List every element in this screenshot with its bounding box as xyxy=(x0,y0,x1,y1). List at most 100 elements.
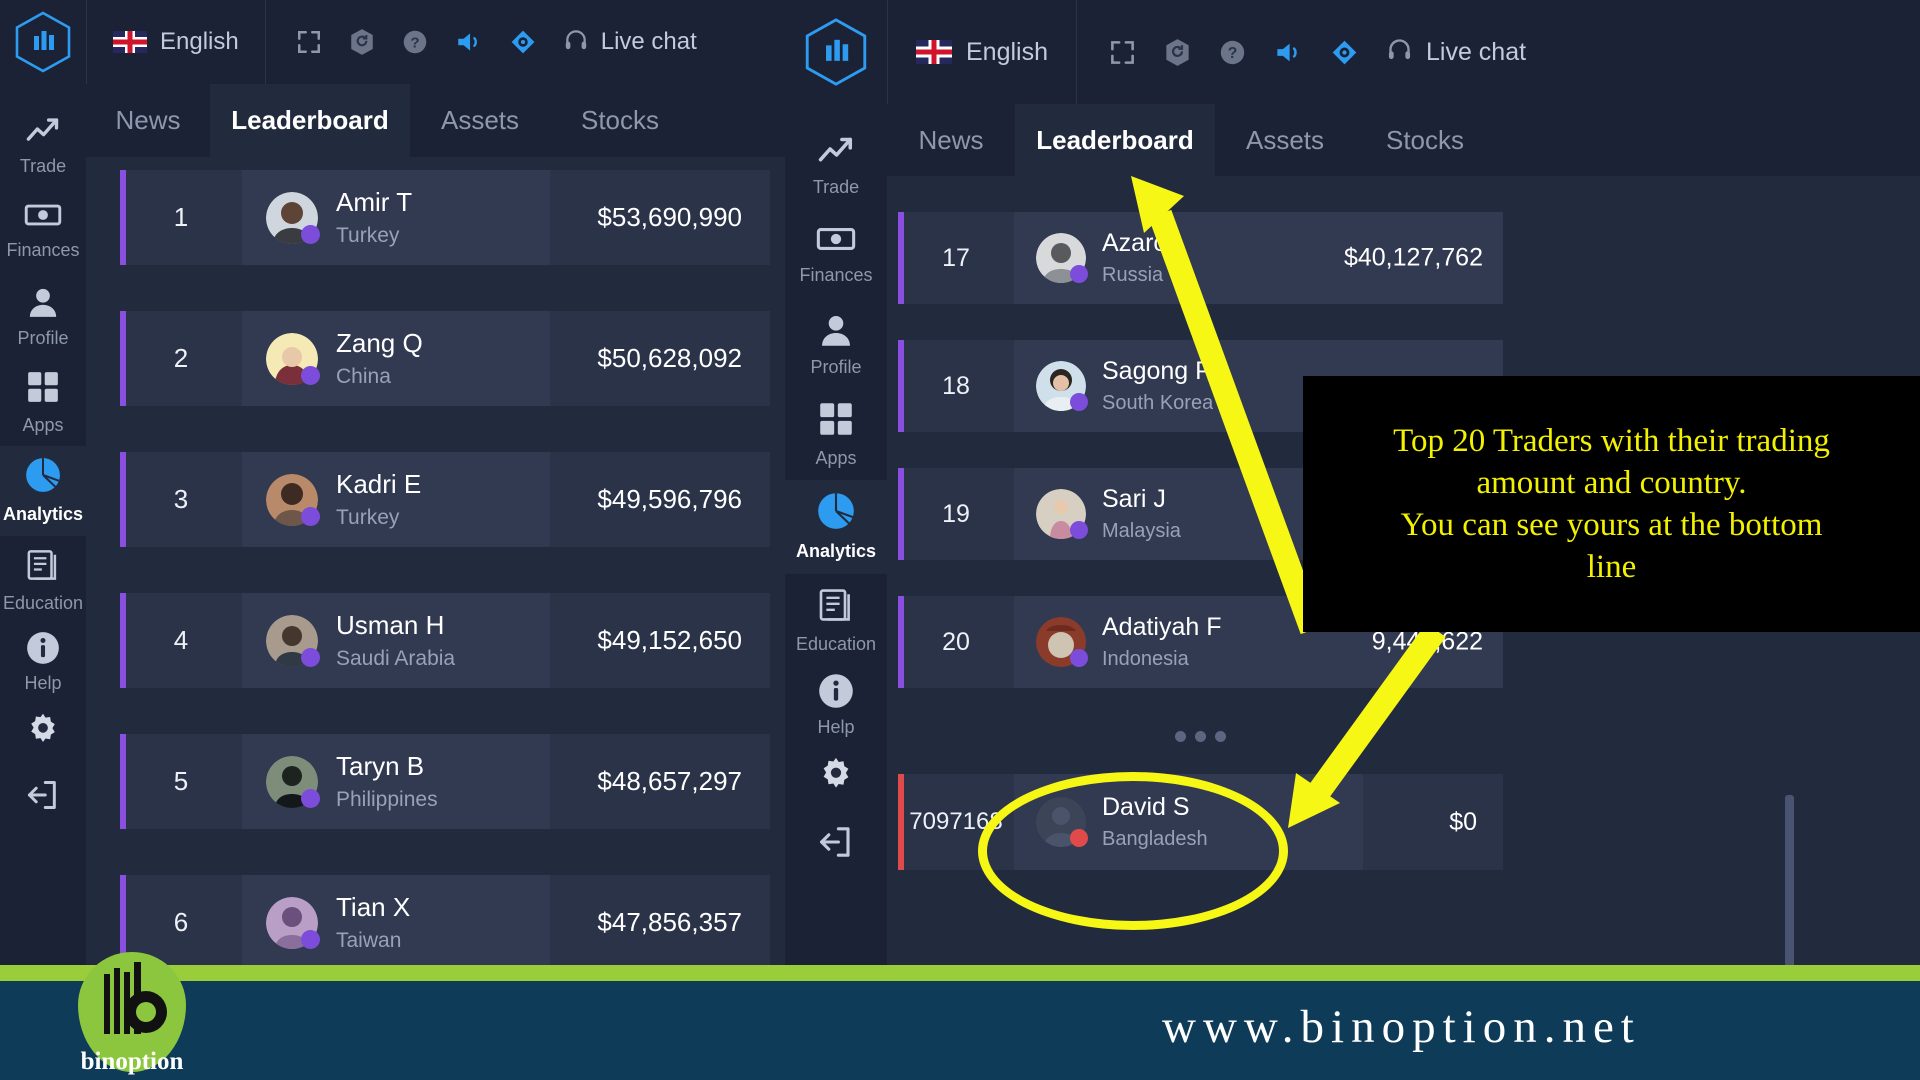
pagination-dot[interactable] xyxy=(1215,730,1226,742)
trader-country: Turkey xyxy=(336,506,400,529)
pagination-dots[interactable] xyxy=(898,708,1503,764)
language-selector[interactable]: English xyxy=(87,28,265,56)
tab-label: Stocks xyxy=(1385,124,1465,155)
fullscreen-icon[interactable] xyxy=(1109,39,1136,66)
trader-info: Taryn B Philippines xyxy=(336,751,438,812)
pie-chart-icon xyxy=(817,492,855,535)
tab-label: News xyxy=(918,124,984,155)
trader-name: Azarov xyxy=(1102,229,1180,257)
scrollbar-thumb[interactable] xyxy=(1785,795,1794,970)
row-accent-bar xyxy=(898,774,904,870)
sidebar-item-apps[interactable]: Apps xyxy=(785,390,887,480)
sidebar-item-help[interactable]: Help xyxy=(0,626,86,698)
logo-wordmark: binoption xyxy=(80,1048,184,1075)
settings-gear-icon[interactable] xyxy=(24,698,62,762)
brand-logo[interactable] xyxy=(0,0,86,84)
language-selector[interactable]: English xyxy=(888,38,1076,67)
amount-cell: $47,856,357 xyxy=(597,907,742,937)
table-row[interactable]: 17 Azarov Russia $40,127,762 xyxy=(898,212,1503,304)
tab-news[interactable]: News xyxy=(86,84,210,157)
tab-assets[interactable]: Assets xyxy=(1215,104,1355,176)
sidebar-item-trade[interactable]: Trade xyxy=(785,120,887,210)
amount-cell: $48,657,297 xyxy=(597,766,742,796)
sidebar-item-profile[interactable]: Profile xyxy=(0,274,86,360)
amount-cell: $0 xyxy=(1449,807,1477,836)
sidebar-item-apps[interactable]: Apps xyxy=(0,360,86,446)
sidebar-item-education[interactable]: Education xyxy=(785,574,887,668)
table-row[interactable]: 3 Kadri E Turkey $49,596,796 xyxy=(120,452,770,547)
sidebar-item-analytics[interactable]: Analytics xyxy=(785,480,887,574)
table-row[interactable]: 4 Usman H Saudi Arabia $49,152,650 xyxy=(120,593,770,688)
table-row[interactable]: 2 Zang Q China $50,628,092 xyxy=(120,311,770,406)
sidebar-item-analytics[interactable]: Analytics xyxy=(0,446,86,536)
row-accent-bar xyxy=(120,452,126,547)
amount-cell: $49,596,796 xyxy=(597,484,742,514)
refresh-icon[interactable] xyxy=(349,28,375,56)
target-icon[interactable] xyxy=(1331,39,1358,66)
svg-text:?: ? xyxy=(1228,45,1238,62)
sound-icon[interactable] xyxy=(455,29,483,55)
sidebar-item-label: Education xyxy=(795,634,877,654)
sidebar-item-label: Finances xyxy=(799,264,873,285)
grid-icon xyxy=(27,371,59,408)
sidebar-item-finances[interactable]: Finances xyxy=(785,210,887,300)
sidebar-item-help[interactable]: Help xyxy=(785,668,887,742)
trader-name: Sagong P xyxy=(1102,357,1212,385)
brand-logo[interactable] xyxy=(785,0,887,104)
highlight-ellipse xyxy=(978,772,1288,930)
live-chat-button[interactable]: Live chat xyxy=(1358,36,1526,68)
right-tab-bar: News Leaderboard Assets Stocks xyxy=(887,104,1920,176)
tab-news[interactable]: News xyxy=(887,104,1015,176)
tab-label: Assets xyxy=(1245,124,1325,155)
tab-label: Assets xyxy=(440,105,520,135)
tab-leaderboard[interactable]: Leaderboard xyxy=(1015,104,1215,176)
sidebar-item-profile[interactable]: Profile xyxy=(785,300,887,390)
headset-icon xyxy=(563,27,589,58)
book-icon xyxy=(819,587,853,628)
trader-info: Kadri E Turkey xyxy=(336,469,421,530)
table-row[interactable]: 6 Tian X Taiwan $47,856,357 xyxy=(120,875,770,970)
trader-info: Azarov Russia xyxy=(1102,229,1180,287)
sidebar-item-label: Profile xyxy=(810,356,862,377)
logout-icon[interactable] xyxy=(818,808,854,876)
trader-country: South Korea xyxy=(1102,392,1214,414)
callout-text: Top 20 Traders with their trading amount… xyxy=(1393,420,1830,589)
target-icon[interactable] xyxy=(510,29,536,55)
rank-cell: 18 xyxy=(942,371,970,400)
help-icon[interactable]: ? xyxy=(402,29,428,55)
left-leaderboard-list[interactable]: 1 Amir T Turkey $53,690,990 2 Zang Q Chi… xyxy=(120,160,770,972)
sound-icon[interactable] xyxy=(1274,39,1303,66)
website-watermark: www.binoption.net xyxy=(1162,1001,1641,1053)
settings-gear-icon[interactable] xyxy=(816,742,856,808)
sidebar-item-label: Analytics xyxy=(795,541,877,561)
avatar xyxy=(266,332,320,385)
logout-icon[interactable] xyxy=(26,762,60,828)
pagination-dot[interactable] xyxy=(1195,730,1206,742)
trader-info: Tian X Taiwan xyxy=(336,892,410,953)
sidebar-item-finances[interactable]: Finances xyxy=(0,188,86,274)
help-icon[interactable]: ? xyxy=(1219,39,1246,66)
tab-assets[interactable]: Assets xyxy=(410,84,550,157)
sidebar-item-trade[interactable]: Trade xyxy=(0,102,86,188)
live-chat-label: Live chat xyxy=(600,28,697,55)
status-dot xyxy=(1070,393,1088,411)
right-sidebar: Trade Finances Profile Apps Analytics Ed… xyxy=(785,104,887,972)
headset-icon xyxy=(1386,36,1413,68)
sidebar-item-label: Apps xyxy=(22,414,64,435)
tab-label: Leaderboard xyxy=(231,105,389,135)
avatar xyxy=(266,755,320,808)
person-icon xyxy=(27,286,59,323)
book-icon xyxy=(27,548,59,587)
tab-stocks[interactable]: Stocks xyxy=(550,84,690,157)
refresh-icon[interactable] xyxy=(1164,38,1191,67)
callout-line: Top 20 Traders with their trading xyxy=(1393,422,1830,459)
table-row[interactable]: 5 Taryn B Philippines $48,657,297 xyxy=(120,734,770,829)
table-row[interactable]: 1 Amir T Turkey $53,690,990 xyxy=(120,170,770,265)
live-chat-button[interactable]: Live chat xyxy=(536,27,697,58)
pagination-dot[interactable] xyxy=(1175,730,1186,742)
fullscreen-icon[interactable] xyxy=(296,29,322,55)
status-dot xyxy=(1070,649,1088,667)
tab-leaderboard[interactable]: Leaderboard xyxy=(210,84,410,157)
tab-stocks[interactable]: Stocks xyxy=(1355,104,1495,176)
sidebar-item-education[interactable]: Education xyxy=(0,536,86,626)
